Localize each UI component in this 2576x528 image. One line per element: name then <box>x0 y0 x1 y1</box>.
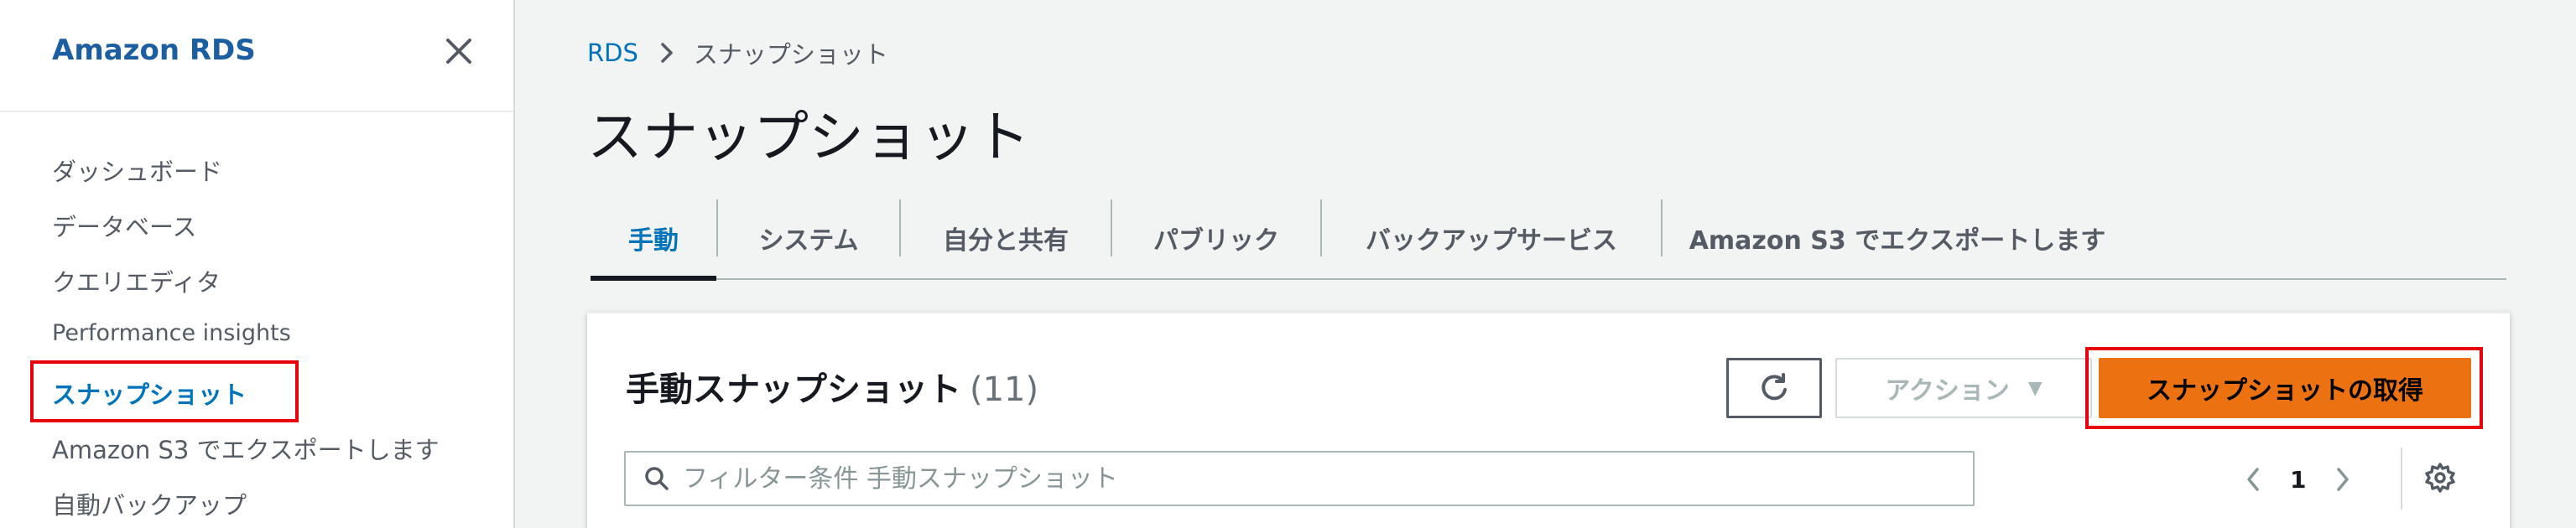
panel-title-text: 手動スナップショット <box>626 370 961 409</box>
snapshot-count: (11) <box>970 370 1039 409</box>
chevron-left-icon[interactable] <box>2236 459 2270 500</box>
sidebar-item-databases[interactable]: データベース <box>52 208 197 243</box>
sidebar-header: Amazon RDS <box>0 0 513 112</box>
sidebar-item-dashboard[interactable]: ダッシュボード <box>52 153 222 188</box>
tab-manual[interactable]: 手動 <box>591 198 716 281</box>
sidebar: Amazon RDS ダッシュボード データベース クエリエディタ Perfor… <box>0 0 515 528</box>
sidebar-item-automated-backups[interactable]: 自動バックアップ <box>52 486 247 521</box>
tab-exports-s3[interactable]: Amazon S3 でエクスポートします <box>1663 198 2132 278</box>
tab-shared-with-me[interactable]: 自分と共有 <box>901 198 1111 278</box>
refresh-button[interactable] <box>1726 358 1822 418</box>
breadcrumb-rds[interactable]: RDS <box>587 39 638 67</box>
panel-title: 手動スナップショット (11) <box>626 362 1038 411</box>
tab-public[interactable]: パブリック <box>1112 198 1320 278</box>
current-page[interactable]: 1 <box>2290 466 2306 494</box>
actions-dropdown[interactable]: アクション ▼ <box>1835 358 2092 418</box>
sidebar-item-performance-insights[interactable]: Performance insights <box>52 320 291 346</box>
page-title: スナップショット <box>587 105 1030 169</box>
pagination-divider <box>2401 448 2402 510</box>
pagination: 1 <box>2236 458 2360 501</box>
caret-down-icon: ▼ <box>2027 377 2043 399</box>
refresh-icon <box>1762 373 1787 401</box>
sidebar-item-snapshots[interactable]: スナップショット <box>52 375 247 411</box>
actions-label: アクション <box>1885 376 2010 406</box>
take-snapshot-button[interactable]: スナップショットの取得 <box>2099 358 2471 418</box>
tab-system[interactable]: システム <box>718 198 899 278</box>
sidebar-title[interactable]: Amazon RDS <box>52 34 256 67</box>
sidebar-item-exports-s3[interactable]: Amazon S3 でエクスポートします <box>52 431 440 466</box>
filter-field[interactable] <box>624 451 1975 506</box>
chevron-right-icon <box>661 43 673 63</box>
snapshots-panel: 手動スナップショット(11) アクション ▼ スナップショットの取得 1 <box>587 312 2510 528</box>
gear-icon[interactable] <box>2419 456 2461 500</box>
breadcrumb: RDS スナップショット <box>587 35 888 70</box>
sidebar-item-query-editor[interactable]: クエリエディタ <box>52 263 221 298</box>
close-icon[interactable] <box>440 32 478 70</box>
breadcrumb-current: スナップショット <box>693 40 888 69</box>
search-icon <box>645 467 669 490</box>
tab-list: 手動 システム 自分と共有 パブリック バックアップサービス Amazon S3… <box>591 198 2506 281</box>
filter-input[interactable] <box>683 463 1941 494</box>
chevron-right-icon[interactable] <box>2326 459 2360 500</box>
tab-backup-service[interactable]: バックアップサービス <box>1322 198 1661 278</box>
